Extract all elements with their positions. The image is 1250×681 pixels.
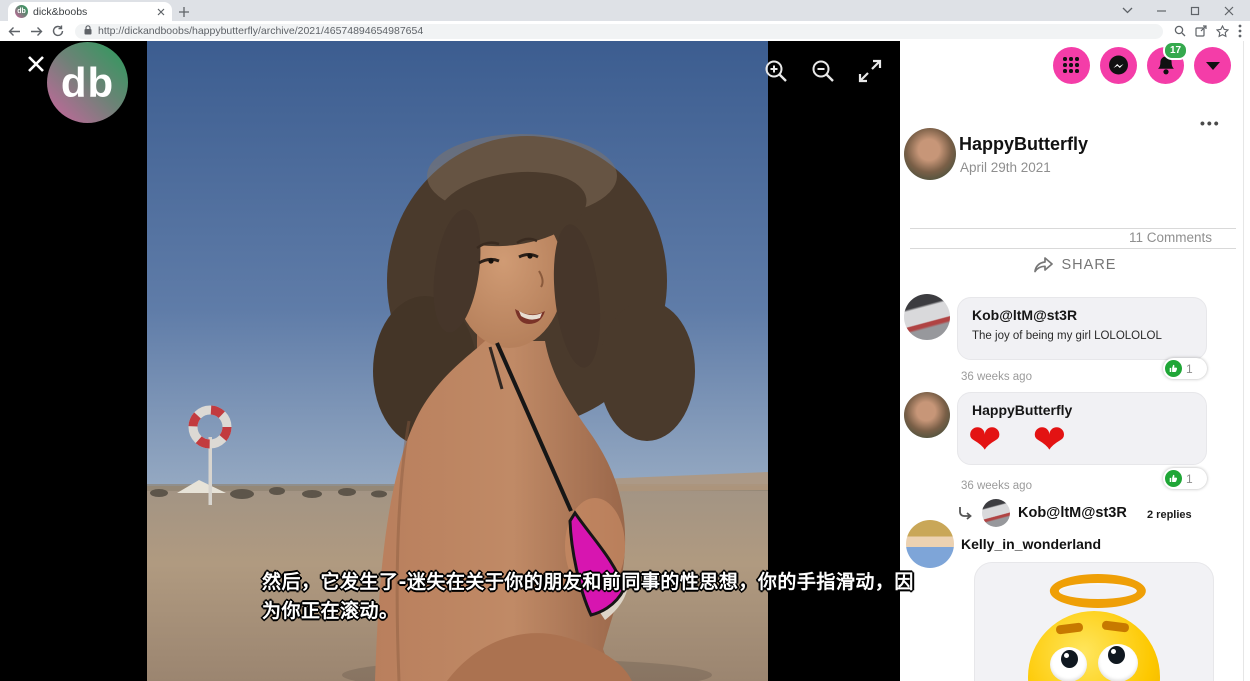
post-author-avatar[interactable] <box>904 128 956 180</box>
subtitle-line1: 然后，它发生了-迷失在关于你的朋友和前同事的性思想，你的手指滑动，因 <box>262 568 1007 597</box>
angel-emoji-icon <box>1028 611 1160 681</box>
like-count: 1 <box>1186 362 1193 376</box>
comments-count[interactable]: 11 Comments <box>1129 230 1212 245</box>
url-text: http://dickandboobs/happybutterfly/archi… <box>98 25 423 37</box>
post-date: April 29th 2021 <box>960 160 1051 175</box>
window-chevron-icon[interactable] <box>1110 0 1144 21</box>
post-menu-icon[interactable]: ••• <box>1200 115 1221 131</box>
reload-icon[interactable] <box>52 25 64 37</box>
divider <box>910 248 1236 249</box>
like-badge[interactable]: 1 <box>1163 358 1207 379</box>
comment-attachment-bubble <box>974 562 1214 681</box>
address-bar[interactable]: http://dickandboobs/happybutterfly/archi… <box>75 24 1163 39</box>
grid-icon <box>1063 57 1080 74</box>
notification-badge: 17 <box>1163 41 1188 60</box>
zoom-page-icon[interactable] <box>1174 25 1186 37</box>
tab-strip: db dick&boobs <box>0 0 1250 21</box>
browser-tab[interactable]: db dick&boobs <box>8 2 172 21</box>
fullscreen-icon[interactable] <box>856 57 883 84</box>
forward-icon[interactable] <box>30 26 43 37</box>
comment-time[interactable]: 36 weeks ago <box>961 371 1032 383</box>
zoom-in-icon[interactable] <box>762 57 789 84</box>
thumbs-up-icon <box>1165 360 1182 377</box>
comment-avatar[interactable] <box>904 294 950 340</box>
page-content: db 17 <box>0 41 1250 681</box>
heart-emojis: ❤ ❤ <box>958 418 1206 462</box>
site-logo[interactable]: db <box>47 42 128 123</box>
new-tab-button[interactable] <box>172 2 196 21</box>
post-author-name[interactable]: HappyButterfly <box>959 134 1088 155</box>
comment-bubble: HappyButterfly ❤ ❤ <box>957 392 1207 465</box>
share-page-icon[interactable] <box>1195 25 1207 37</box>
reply-arrow-icon <box>958 506 974 520</box>
comment-time[interactable]: 36 weeks ago <box>961 480 1032 492</box>
site-favicon: db <box>15 5 28 18</box>
comment-avatar[interactable] <box>906 520 954 568</box>
window-maximize-icon[interactable] <box>1178 0 1212 21</box>
photo-tools <box>762 57 883 84</box>
comment-bubble: Kob@ltM@st3R The joy of being my girl LO… <box>957 297 1207 360</box>
messenger-button[interactable] <box>1100 47 1137 84</box>
tab-close-icon[interactable] <box>157 8 165 16</box>
bookmark-star-icon[interactable] <box>1216 25 1229 38</box>
like-count: 1 <box>1186 472 1193 486</box>
viewer-close-icon[interactable] <box>25 53 47 75</box>
comment-author[interactable]: Kob@ltM@st3R <box>958 298 1206 323</box>
subtitle-overlay: 然后，它发生了-迷失在关于你的朋友和前同事的性思想，你的手指滑动，因 为你正在滚… <box>262 568 1007 626</box>
share-label: SHARE <box>1062 257 1117 273</box>
browser-window: db dick&boobs <box>0 0 1250 681</box>
lock-icon <box>84 22 92 40</box>
back-icon[interactable] <box>8 26 21 37</box>
panel-scrollbar[interactable] <box>1243 41 1244 681</box>
angel-halo <box>1050 574 1146 608</box>
like-badge[interactable]: 1 <box>1163 468 1207 489</box>
caret-down-icon <box>1206 62 1220 70</box>
account-menu-button[interactable] <box>1194 47 1231 84</box>
window-minimize-icon[interactable] <box>1144 0 1178 21</box>
share-arrow-icon <box>1034 257 1053 273</box>
reply-avatar[interactable] <box>982 499 1010 527</box>
notifications-button[interactable]: 17 <box>1147 47 1184 84</box>
comment-author[interactable]: HappyButterfly <box>958 393 1206 418</box>
comment-avatar[interactable] <box>904 392 950 438</box>
divider <box>910 228 1236 229</box>
messenger-icon <box>1107 54 1130 77</box>
browser-toolbar: http://dickandboobs/happybutterfly/archi… <box>0 21 1250 41</box>
window-controls <box>1110 0 1246 21</box>
subtitle-line2: 为你正在滚动。 <box>262 597 1007 626</box>
share-button[interactable]: SHARE <box>900 256 1250 274</box>
window-close-icon[interactable] <box>1212 0 1246 21</box>
reply-author[interactable]: Kob@ltM@st3R <box>1018 505 1127 521</box>
tab-title: dick&boobs <box>33 6 152 18</box>
replies-count[interactable]: 2 replies <box>1147 509 1192 521</box>
apps-grid-button[interactable] <box>1053 47 1090 84</box>
thumbs-up-icon <box>1165 470 1182 487</box>
reply-row: Kob@ltM@st3R <box>958 499 1127 527</box>
browser-menu-icon[interactable] <box>1238 24 1242 38</box>
site-actions: 17 <box>1053 47 1231 84</box>
comment-text: The joy of being my girl LOLOLOLOL <box>958 323 1206 342</box>
comment-author[interactable]: Kelly_in_wonderland <box>961 536 1101 552</box>
zoom-out-icon[interactable] <box>809 57 836 84</box>
